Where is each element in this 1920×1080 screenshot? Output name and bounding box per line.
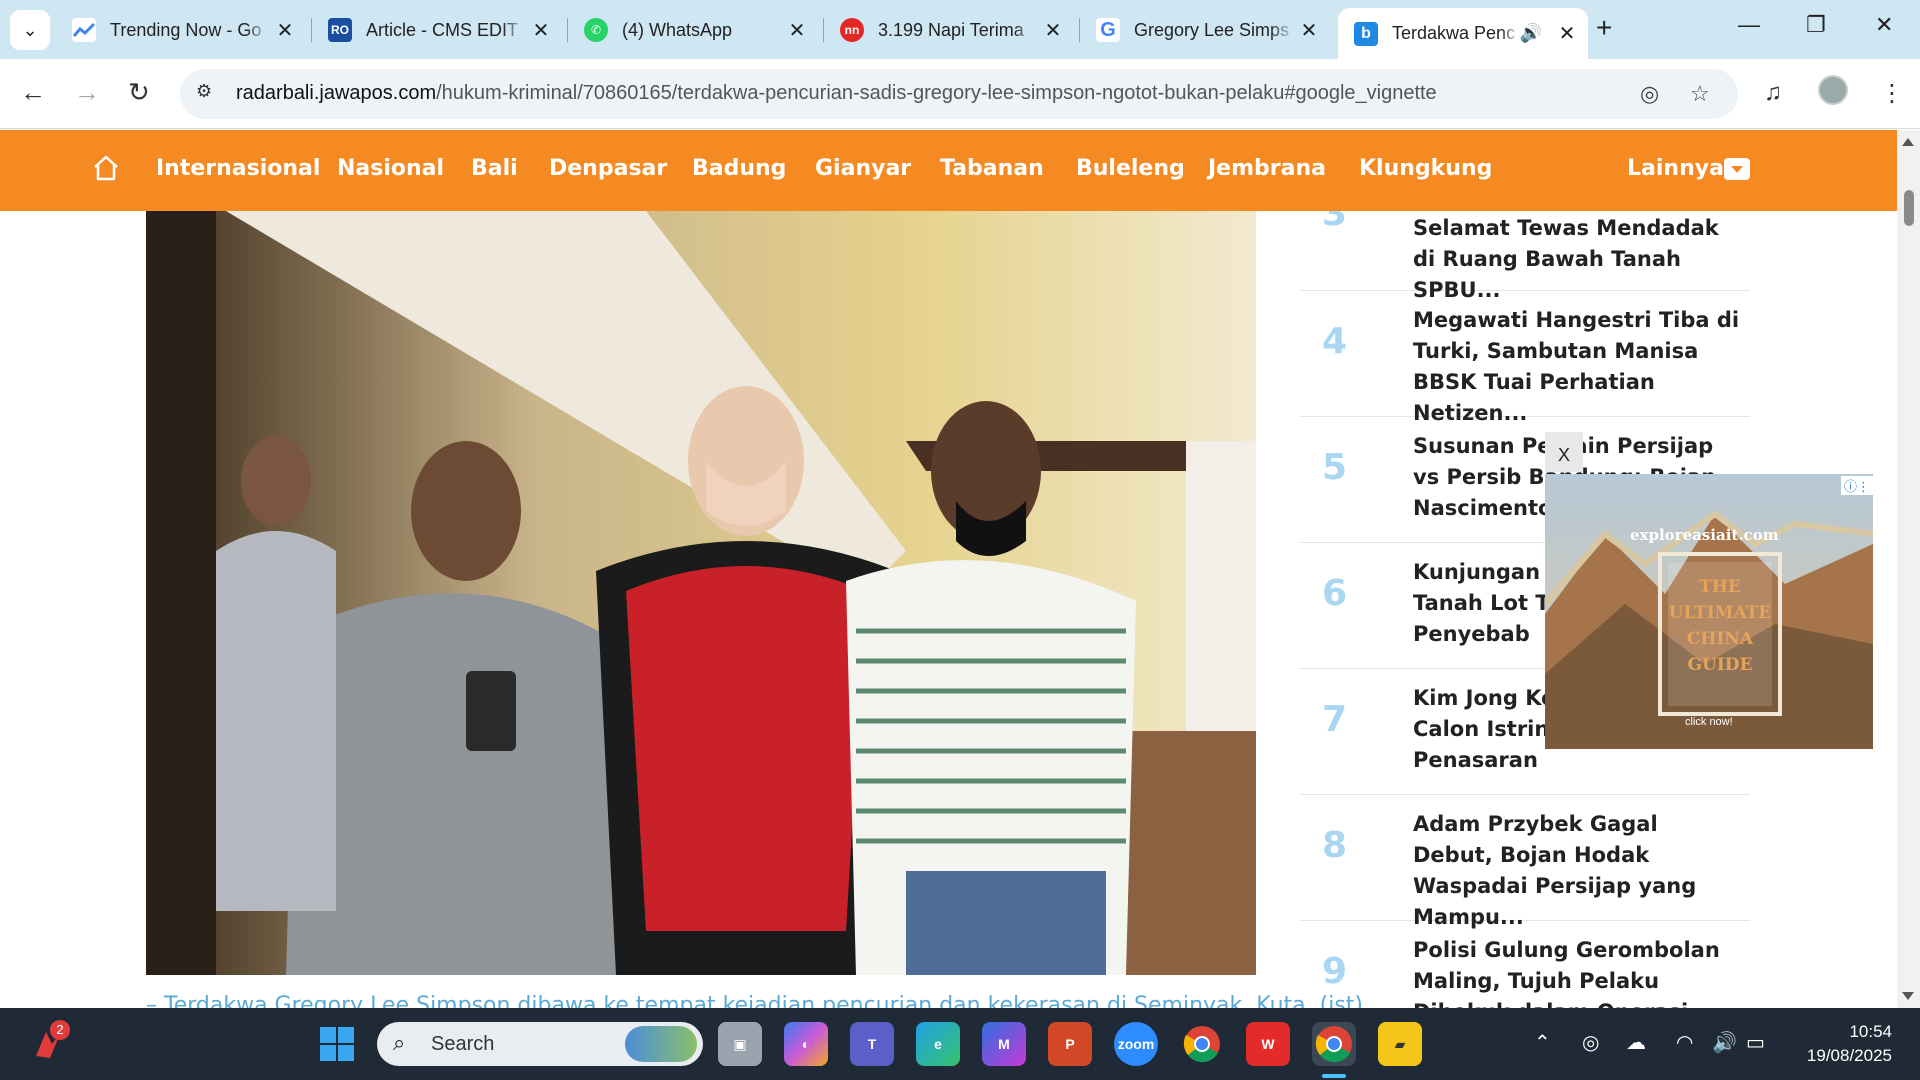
taskbar-search[interactable]: ⌕ Search — [377, 1022, 703, 1066]
ad-close-button[interactable]: X — [1545, 432, 1583, 472]
tab-google[interactable]: G Gregory Lee Simps ✕ — [1080, 10, 1330, 50]
onedrive-icon[interactable]: ☁ — [1626, 1030, 1646, 1055]
tab-trending[interactable]: Trending Now - Go ✕ — [56, 10, 306, 50]
close-icon[interactable]: ✕ — [526, 18, 556, 43]
google-icon: G — [1096, 18, 1120, 42]
minimize-icon[interactable]: — — [1738, 12, 1760, 38]
scroll-thumb[interactable] — [1904, 190, 1914, 226]
volume-icon[interactable]: 🔊 — [1712, 1030, 1737, 1055]
trending-item[interactable]: 3 Selamat Tewas Mendadak di Ruang Bawah … — [1300, 211, 1750, 302]
task-view-icon[interactable]: ▣ — [718, 1022, 762, 1066]
nav-internasional[interactable]: Internasional — [156, 156, 320, 181]
scroll-down-arrow[interactable] — [1902, 992, 1914, 1000]
nav-gianyar[interactable]: Gianyar — [815, 156, 911, 181]
radarbali-icon: b — [1354, 21, 1378, 46]
back-icon[interactable]: ← — [20, 77, 46, 108]
nav-buleleng[interactable]: Buleleng — [1076, 156, 1185, 181]
edge-icon[interactable]: e — [916, 1022, 960, 1066]
tab-search-button[interactable]: ⌄ — [10, 10, 50, 50]
windows-taskbar: 2 ⌕ Search ▣ ◐ T e M P zoom W ▰ ⌃ ◎ ☁ ◠ … — [0, 1008, 1920, 1080]
sticky-notes-icon[interactable]: ▰ — [1378, 1022, 1422, 1066]
reload-icon[interactable]: ↻ — [128, 77, 150, 108]
dropdown-arrow-icon[interactable] — [1724, 158, 1750, 180]
chrome-active-icon[interactable] — [1312, 1022, 1356, 1066]
ad-cta[interactable]: click now! — [1685, 716, 1733, 728]
whatsapp-icon: ✆ — [584, 18, 608, 42]
media-control-icon[interactable]: ♫ — [1764, 79, 1782, 107]
page-scrollbar[interactable] — [1897, 130, 1920, 1008]
bookmark-star-icon[interactable]: ☆ — [1690, 81, 1710, 107]
site-navigation: Internasional Nasional Bali Denpasar Bad… — [0, 130, 1897, 211]
chevron-down-icon: ⌄ — [22, 19, 38, 40]
ad-info-icon[interactable]: ⓘ⋮ — [1841, 476, 1873, 495]
nav-denpasar[interactable]: Denpasar — [549, 156, 667, 181]
new-tab-button[interactable]: + — [1596, 12, 1612, 44]
restore-icon[interactable]: ❐ — [1806, 12, 1826, 38]
forward-icon[interactable]: → — [74, 77, 100, 108]
sync-icon[interactable]: ◎ — [1582, 1030, 1599, 1055]
nav-badung[interactable]: Badung — [692, 156, 786, 181]
m365-icon[interactable]: M — [982, 1022, 1026, 1066]
tab-whatsapp[interactable]: ✆ (4) WhatsApp ✕ — [568, 10, 818, 50]
powerpoint-icon[interactable]: P — [1048, 1022, 1092, 1066]
active-indicator — [1322, 1074, 1346, 1078]
tracking-protection-icon[interactable]: ◎ — [1640, 81, 1659, 107]
zoom-icon[interactable]: zoom — [1114, 1022, 1158, 1066]
nav-lainnya[interactable]: Lainnya — [1627, 156, 1724, 181]
page-content: – Terdakwa Gregory Lee Simpson dibawa ke… — [0, 211, 1897, 1008]
cms-icon: RO — [328, 18, 352, 42]
news-icon: nn — [840, 18, 864, 42]
chrome-icon[interactable] — [1180, 1022, 1224, 1066]
article-photo — [146, 211, 1256, 975]
nav-klungkung[interactable]: Klungkung — [1359, 156, 1492, 181]
nav-tabanan[interactable]: Tabanan — [940, 156, 1044, 181]
close-icon[interactable]: ✕ — [782, 18, 812, 43]
battery-icon[interactable]: ▭ — [1746, 1030, 1765, 1055]
site-info-icon[interactable]: ⚙ — [196, 81, 222, 107]
trending-icon — [72, 18, 96, 42]
close-icon[interactable]: ✕ — [1038, 18, 1068, 43]
windows-start-icon[interactable] — [315, 1022, 359, 1066]
search-icon: ⌕ — [393, 1030, 406, 1055]
wps-icon[interactable]: W — [1246, 1022, 1290, 1066]
search-highlight-image — [625, 1026, 697, 1062]
speaker-icon[interactable]: 🔊 — [1520, 23, 1542, 44]
scroll-up-arrow[interactable] — [1902, 138, 1914, 146]
chevron-up-icon[interactable]: ⌃ — [1534, 1030, 1551, 1055]
notification-badge: 2 — [50, 1020, 70, 1040]
close-icon[interactable]: ✕ — [270, 18, 300, 43]
wifi-icon[interactable]: ◠ — [1676, 1030, 1693, 1055]
copilot-icon[interactable]: ◐ — [784, 1022, 828, 1066]
photo-caption: – Terdakwa Gregory Lee Simpson dibawa ke… — [146, 993, 1363, 1008]
nav-bali[interactable]: Bali — [471, 156, 518, 181]
nav-jembrana[interactable]: Jembrana — [1208, 156, 1326, 181]
address-bar[interactable]: ⚙ radarbali.jawapos.com/hukum-kriminal/7… — [180, 69, 1738, 119]
trending-item[interactable]: 8 Adam Przybek Gagal Debut, Bojan Hodak … — [1300, 795, 1750, 929]
close-window-icon[interactable]: ✕ — [1875, 12, 1893, 38]
profile-avatar[interactable] — [1818, 75, 1848, 105]
url-text[interactable]: radarbali.jawapos.com/hukum-kriminal/708… — [236, 82, 1437, 105]
menu-kebab-icon[interactable]: ⋮ — [1880, 79, 1904, 108]
tab-news[interactable]: nn 3.199 Napi Terima ✕ — [824, 10, 1074, 50]
nav-nasional[interactable]: Nasional — [337, 156, 444, 181]
home-icon[interactable] — [92, 154, 120, 182]
toolbar: ← → ↻ ⚙ radarbali.jawapos.com/hukum-krim… — [0, 59, 1920, 129]
tab-radarbali[interactable]: b Terdakwa Penc 🔊 ✕ — [1338, 8, 1588, 59]
advertisement[interactable]: exploreasiait.com THE ULTIMATE CHINA GUI… — [1545, 474, 1873, 749]
close-icon[interactable]: ✕ — [1294, 18, 1324, 43]
tab-cms[interactable]: RO Article - CMS EDIT ✕ — [312, 10, 562, 50]
trending-item[interactable]: 4 Megawati Hangestri Tiba di Turki, Samb… — [1300, 291, 1750, 425]
close-icon[interactable]: ✕ — [1552, 21, 1582, 46]
teams-icon[interactable]: T — [850, 1022, 894, 1066]
system-clock[interactable]: 10:54 19/08/2025 — [1800, 1020, 1892, 1068]
trending-item[interactable]: 9 Polisi Gulung Gerombolan Maling, Tujuh… — [1300, 921, 1750, 1008]
tab-strip: ⌄ Trending Now - Go ✕ RO Article - CMS E… — [0, 0, 1920, 59]
